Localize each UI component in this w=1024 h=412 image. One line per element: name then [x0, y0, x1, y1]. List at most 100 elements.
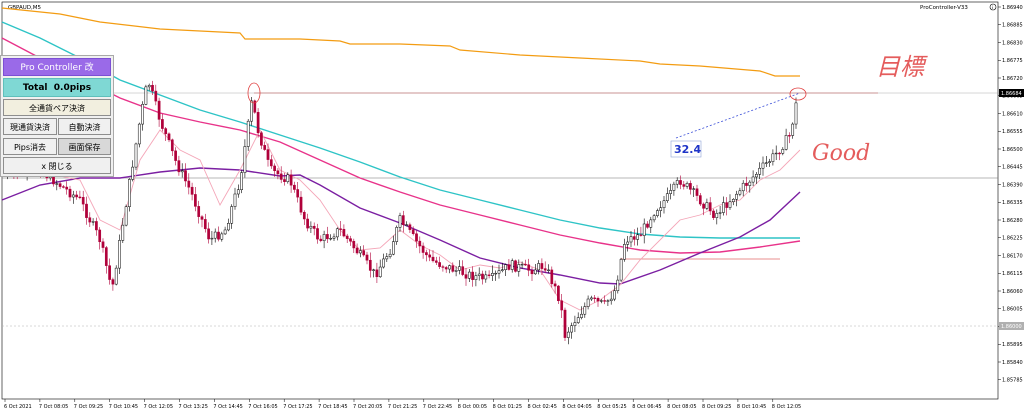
candle-body [411, 229, 415, 234]
candle-body [359, 250, 362, 254]
candle-body [642, 223, 646, 236]
candle-body [378, 266, 382, 278]
panel-title-button[interactable]: Pro Controller 改 [3, 58, 111, 76]
candle-body [715, 213, 719, 218]
candle-body [755, 174, 758, 178]
candle-body [78, 196, 82, 199]
time-tick-label: 7 Oct 09:25 [74, 404, 103, 410]
candle-body [774, 152, 778, 155]
candle-body [441, 266, 445, 268]
candle-body [712, 210, 715, 218]
candle-body [543, 268, 547, 271]
candle-body [293, 184, 296, 190]
time-tick-label: 8 Oct 01:25 [493, 404, 522, 410]
candle-body [65, 186, 69, 190]
candle-body [448, 265, 451, 270]
lower-price-tag: 1.86000 [999, 322, 1024, 330]
candle-body [458, 266, 461, 271]
candle-body [728, 201, 732, 208]
candle-body [566, 331, 570, 338]
time-tick-label: 7 Oct 16:05 [248, 404, 277, 410]
candle-body [665, 193, 669, 201]
time-tick-label: 8 Oct 02:45 [528, 404, 557, 410]
candle-body [586, 298, 590, 307]
candle-body [170, 139, 174, 152]
close-all-pairs-button[interactable]: 全通貨ペア決済 [3, 99, 111, 116]
price-tick-label: 1.86170 [1002, 253, 1023, 259]
candle-body [609, 298, 613, 302]
candle-body [124, 206, 128, 226]
candle-body [269, 159, 273, 167]
time-tick-label: 7 Oct 21:25 [388, 404, 417, 410]
auto-close-button[interactable]: 自動決済 [58, 118, 111, 135]
panel-close-button[interactable]: x 閉じる [3, 157, 111, 174]
close-current-pair-button[interactable]: 現通貨決済 [3, 118, 57, 135]
chart-window[interactable]: GBPAUD,M5 ProController-V33 i 32.4 目標 Go… [0, 0, 1024, 412]
candle-body [583, 306, 587, 315]
pips-clear-button[interactable]: Pips消去 [3, 138, 57, 155]
candle-body [312, 225, 316, 229]
time-tick-label: 8 Oct 00:05 [458, 404, 487, 410]
candle-body [164, 128, 168, 135]
candle-body [345, 235, 349, 239]
candle-body [111, 279, 115, 285]
candle-body [484, 274, 488, 280]
candle-body [520, 263, 524, 266]
candle-body [576, 317, 580, 323]
candle-body [425, 252, 428, 256]
candle-body [477, 273, 481, 276]
candle-body [639, 234, 643, 236]
time-tick-label: 8 Oct 05:25 [597, 404, 626, 410]
pips-measure-box[interactable]: 32.4 [670, 140, 701, 158]
candle-body [250, 100, 253, 122]
candle-body [428, 254, 432, 258]
candle-body [629, 236, 633, 243]
candle-body [157, 100, 161, 120]
candle-body [365, 254, 369, 261]
candle-body [514, 260, 517, 272]
candle-body [784, 135, 788, 150]
candle-body [187, 180, 191, 188]
candle-body [662, 200, 666, 209]
price-chart[interactable]: GBPAUD,M5 ProController-V33 i 32.4 目標 Go… [0, 0, 1024, 412]
candle-body [540, 263, 544, 269]
candle-body [623, 244, 626, 260]
candle-body [194, 194, 197, 207]
candle-body [147, 84, 151, 88]
candle-body [388, 253, 392, 257]
time-tick-label: 6 Oct 2021 [4, 404, 32, 410]
screen-save-button[interactable]: 画面保存 [58, 138, 111, 155]
candle-body [309, 225, 313, 229]
candle-body [768, 161, 771, 163]
candle-body [260, 132, 263, 146]
candle-body [68, 188, 72, 198]
candle-body [408, 224, 412, 230]
candle-body [537, 263, 540, 271]
candle-body [557, 285, 560, 302]
time-tick-label: 7 Oct 18:45 [318, 404, 347, 410]
candle-body [553, 283, 557, 287]
candle-body [692, 188, 696, 190]
candle-body [339, 228, 342, 230]
candle-body [246, 120, 250, 147]
candle-body [263, 145, 267, 150]
candle-body [698, 195, 702, 205]
candle-body [203, 219, 207, 230]
candle-body [223, 229, 227, 235]
candle-body [131, 166, 135, 180]
time-axis[interactable]: 6 Oct 2021 7 Oct 08:05 7 Oct 09:25 7 Oct 10… [4, 399, 801, 410]
candle-body [276, 170, 280, 175]
handwritten-target-text: 目標 [876, 53, 928, 81]
candle-body [636, 234, 639, 240]
candle-body [121, 224, 125, 241]
candle-body [722, 202, 725, 213]
candle-body [81, 197, 85, 205]
candle-body [718, 212, 722, 214]
candle-body [352, 240, 356, 249]
candle-body [791, 123, 795, 136]
candle-body [748, 181, 752, 186]
candle-body [510, 260, 514, 270]
candle-body [771, 153, 775, 162]
price-tick-label: 1.86390 [1002, 182, 1023, 188]
candle-body [702, 203, 705, 209]
